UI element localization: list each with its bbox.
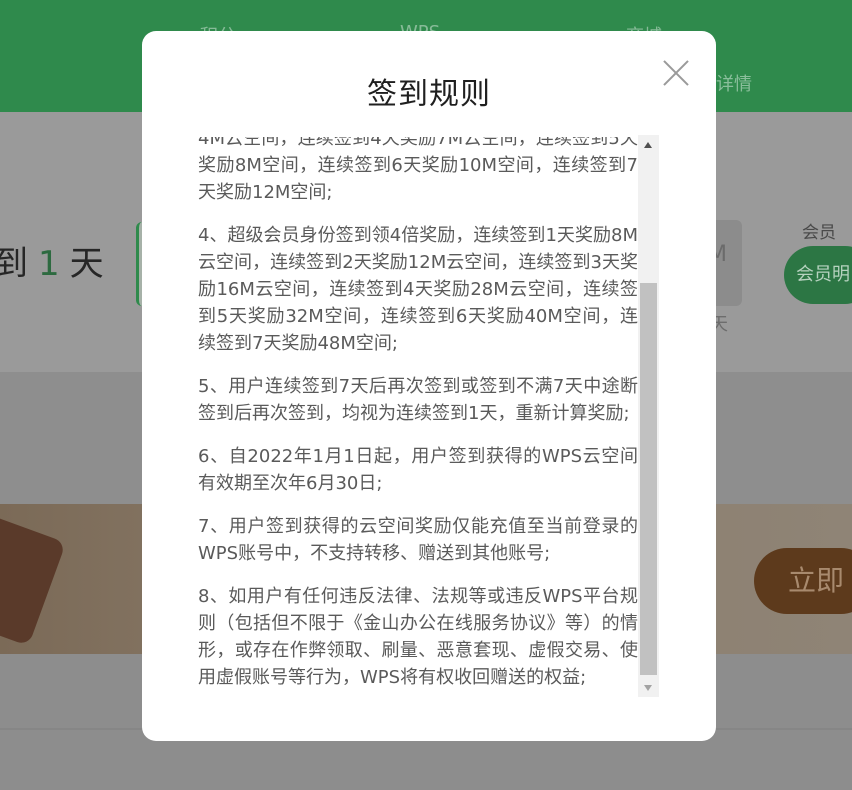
scrollbar-thumb[interactable] (640, 283, 657, 675)
days-count: 1 (38, 244, 60, 284)
rule-item: 4、超级会员身份签到领4倍奖励，连续签到1天奖励8M云空间，连续签到2天奖励12… (198, 225, 638, 354)
rule-item: 7、用户签到获得的云空间奖励仅能充值至当前登录的WPS账号中，不支持转移、赠送到… (198, 516, 638, 564)
checkin-rules-dialog: 签到规则 4M云空间，连续签到4天奖励7M云空间，连续签到5天奖励8M空间，连续… (142, 31, 716, 741)
consecutive-days-text: 到1天 (0, 236, 104, 285)
member-details-button[interactable]: 会员明 (784, 246, 852, 304)
close-icon[interactable] (662, 59, 690, 87)
rule-item: 6、自2022年1月1日起，用户签到获得的WPS云空间有效期至次年6月30日; (198, 446, 638, 494)
dialog-title: 签到规则 (367, 77, 491, 112)
days-suffix: 天 (69, 244, 104, 284)
rule-item: 5、用户连续签到7天后再次签到或签到不满7天中途断签到后再次签到，均视为连续签到… (198, 376, 638, 424)
scrollbar[interactable] (638, 135, 659, 697)
rules-scroll-area[interactable]: 4M云空间，连续签到4天奖励7M云空间，连续签到5天奖励8M空间，连续签到6天奖… (198, 137, 638, 697)
rule-item: 8、如用户有任何违反法律、法规等或违反WPS平台规则（包括但不限于《金山办公在线… (198, 586, 638, 688)
rules-list: 4M云空间，连续签到4天奖励7M云空间，连续签到5天奖励8M空间，连续签到6天奖… (198, 137, 638, 697)
scroll-down-arrow-icon[interactable] (638, 677, 659, 697)
scroll-up-arrow-icon[interactable] (638, 135, 659, 155)
claim-now-button[interactable]: 立即 (754, 548, 852, 614)
details-link[interactable]: 详情 (716, 70, 752, 96)
rule-item: 4M云空间，连续签到4天奖励7M云空间，连续签到5天奖励8M空间，连续签到6天奖… (198, 137, 638, 203)
days-prefix: 到 (0, 244, 28, 284)
